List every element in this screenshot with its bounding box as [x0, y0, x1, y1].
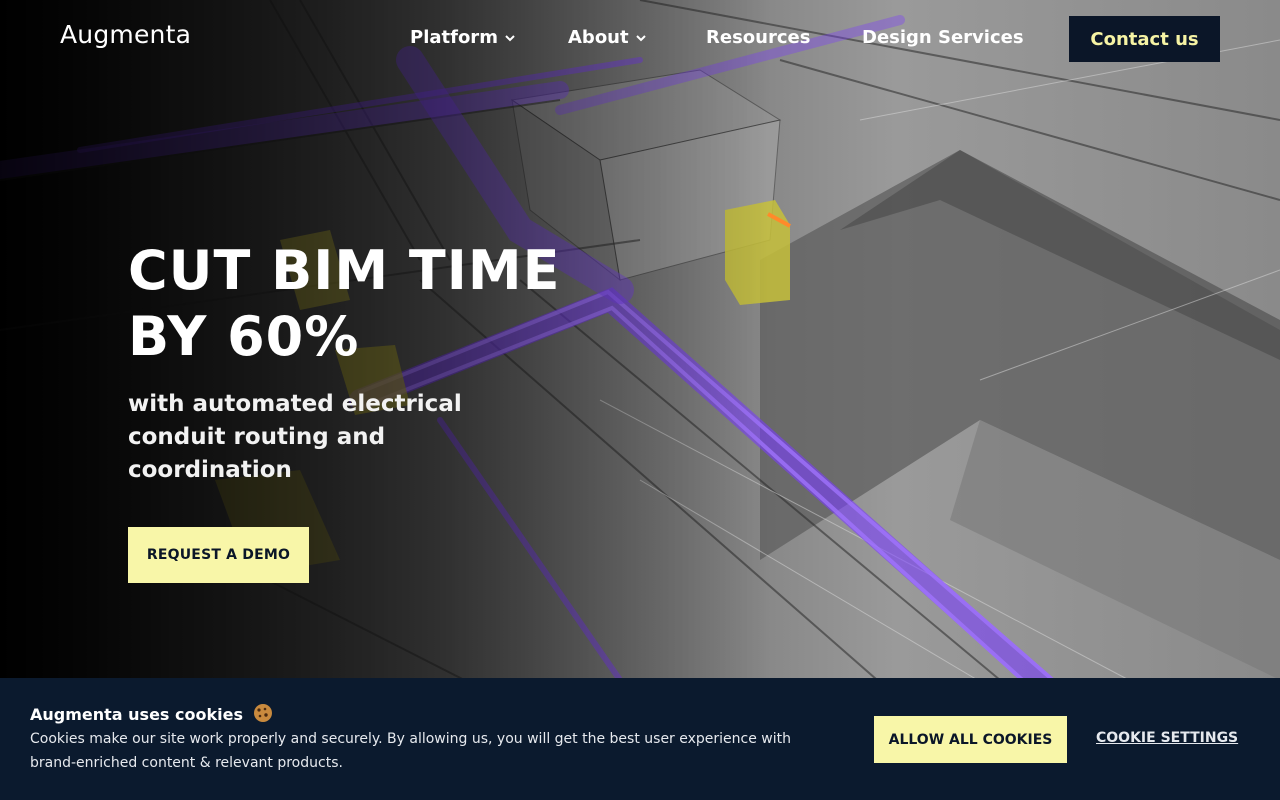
chevron-down-icon — [505, 34, 515, 41]
nav-item-platform[interactable]: Platform — [410, 27, 516, 48]
cookie-banner-text: Cookies make our site work properly and … — [30, 731, 792, 771]
nav-item-label: Platform — [410, 27, 498, 48]
nav-item-resources[interactable]: Resources — [706, 27, 810, 48]
cookie-banner-title-text: Augmenta uses cookies — [30, 705, 243, 724]
contact-us-button[interactable]: Contact us — [1069, 16, 1220, 62]
chevron-down-icon — [635, 34, 646, 41]
cookie-icon — [253, 704, 272, 722]
nav-item-label: About — [568, 27, 629, 48]
hero-headline-line1: CUT BIM TIME — [128, 239, 561, 302]
hero-headline: CUT BIM TIME BY 60% — [128, 238, 648, 370]
request-demo-button[interactable]: REQUEST A DEMO — [128, 527, 309, 583]
cookie-settings-link[interactable]: COOKIE SETTINGS — [1096, 730, 1238, 746]
nav-item-design-services[interactable]: Design Services — [862, 27, 1024, 48]
hero-subtitle: with automated electrical conduit routin… — [128, 391, 462, 483]
cookie-banner-title: Augmenta uses cookies — [30, 703, 273, 724]
nav-item-label: Design Services — [862, 27, 1024, 48]
hero-headline-line2: BY 60% — [128, 305, 360, 368]
nav-item-label: Resources — [706, 27, 811, 48]
allow-all-cookies-button[interactable]: ALLOW ALL COOKIES — [874, 716, 1067, 763]
site-header: Augmenta Platform About Resources Design… — [0, 0, 1280, 78]
nav-item-about[interactable]: About — [568, 27, 647, 48]
